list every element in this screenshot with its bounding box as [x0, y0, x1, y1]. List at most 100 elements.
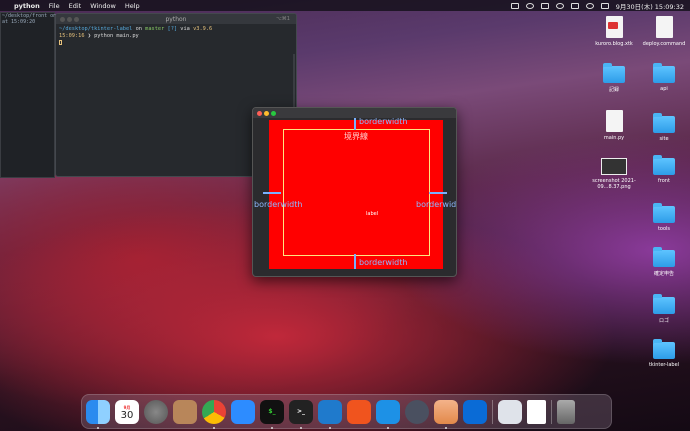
desktop-item-label: 確定申告	[653, 271, 674, 277]
folder-icon	[653, 63, 675, 83]
desktop-item[interactable]: main.py	[590, 110, 638, 141]
menu-window[interactable]: Window	[90, 2, 116, 10]
terminal-output[interactable]: ~/desktop/tkinter-label on master [?] vi…	[56, 24, 296, 50]
prompt-path: ~/desktop/tkinter-label	[59, 26, 133, 32]
quicktime-icon[interactable]	[405, 399, 429, 424]
desktop-item[interactable]: deploy.command	[640, 16, 688, 47]
label-boundary: label	[283, 129, 430, 256]
label-widget: label	[269, 120, 443, 269]
desktop-item-label: 記録	[608, 87, 619, 93]
arrow-right	[429, 192, 447, 194]
desktop-item-label: tools	[657, 226, 671, 232]
desktop-item-label: api	[660, 86, 668, 92]
folder-icon	[653, 339, 675, 359]
tkinter-window[interactable]: label borderwidth 境界線 borderwidth border…	[252, 107, 457, 277]
close-button[interactable]	[257, 110, 262, 116]
desktop-item[interactable]: 確定申告	[640, 247, 688, 277]
annotation-right: borderwidth	[416, 200, 457, 209]
status-icon[interactable]	[555, 2, 564, 9]
desktop-item[interactable]: tkinter-label	[640, 339, 688, 368]
menu-bar: python File Edit Window Help 9月30日(木) 15…	[0, 0, 690, 11]
control-center-icon[interactable]	[600, 2, 609, 9]
zoom-button[interactable]	[271, 110, 276, 116]
arrow-top	[354, 118, 356, 130]
folder-icon	[603, 63, 625, 83]
command-text: ❯ python main.py	[87, 33, 139, 39]
dock-separator	[492, 399, 493, 424]
git-status: [?]	[167, 26, 178, 32]
contacts-icon[interactable]	[173, 399, 197, 424]
image-thumbnail-icon	[601, 158, 627, 175]
annotation-bottom: borderwidth	[359, 258, 408, 267]
desktop-item[interactable]: ロゴ	[640, 294, 688, 324]
desktop-item[interactable]: kuroro.blog.xtk	[590, 16, 638, 47]
infinity-icon[interactable]	[463, 399, 487, 424]
document-icon[interactable]	[527, 399, 546, 424]
minimize-button[interactable]	[264, 110, 269, 116]
calendar-icon[interactable]: 9月 30	[115, 399, 139, 424]
desktop-item-label: front	[658, 178, 670, 184]
terminal-titlebar[interactable]: python ⌥⌘1	[56, 14, 296, 24]
screenshot-icon[interactable]	[498, 399, 522, 424]
desktop-item[interactable]: api	[640, 63, 688, 92]
window-shortcut: ⌥⌘1	[276, 16, 290, 22]
chrome-icon[interactable]	[202, 399, 226, 429]
file-icon	[605, 110, 623, 132]
annotation-top: borderwidth	[359, 117, 408, 126]
arrow-bottom	[354, 254, 356, 269]
background-terminal-window[interactable]: ~/desktop/front on at 15:09:20	[0, 12, 56, 178]
status-icon[interactable]	[540, 2, 549, 9]
vscode-icon[interactable]	[318, 399, 342, 429]
desktop-item-label: kuroro.blog.xtk	[595, 41, 633, 47]
annotation-left: borderwidth	[254, 200, 303, 209]
calendar-day: 30	[120, 409, 134, 421]
desktop-item-label: tkinter-label	[648, 362, 680, 368]
text-cursor	[59, 40, 62, 45]
terminal-icon[interactable]: >_	[289, 399, 313, 429]
prompt-on: on	[135, 26, 142, 32]
desktop-item-label: site	[659, 136, 669, 142]
menu-clock[interactable]: 9月30日(木) 15:09:32	[616, 1, 684, 11]
system-preferences-icon[interactable]	[144, 399, 168, 424]
git-branch: master	[145, 26, 165, 32]
preview-icon[interactable]	[434, 399, 458, 429]
terminal-icon[interactable]: $_	[260, 399, 284, 429]
arrow-left	[263, 192, 281, 194]
desktop-item-label: deploy.command	[642, 41, 686, 47]
folder-icon	[653, 294, 675, 314]
dock-separator	[551, 399, 552, 424]
trash-icon[interactable]	[557, 399, 575, 424]
desktop-item[interactable]: front	[640, 155, 688, 184]
status-icon[interactable]	[510, 2, 519, 9]
folder-icon	[653, 247, 675, 267]
desktop-item[interactable]: screenshot 2021-09...8.37.png	[588, 158, 640, 190]
finder-icon[interactable]	[86, 399, 110, 429]
docker-icon[interactable]	[376, 399, 400, 429]
desktop-item-label: main.py	[603, 135, 625, 141]
battery-icon[interactable]	[570, 2, 579, 9]
status-icon[interactable]	[525, 2, 534, 9]
menu-file[interactable]: File	[49, 2, 60, 10]
menu-edit[interactable]: Edit	[69, 2, 82, 10]
wifi-icon[interactable]	[585, 2, 594, 9]
terminal-line: at 15:09:20	[2, 19, 36, 25]
desktop-item-label: screenshot 2021-09...8.37.png	[592, 178, 636, 190]
tkinter-titlebar[interactable]	[253, 108, 456, 118]
file-icon	[605, 16, 623, 38]
desktop-item[interactable]: tools	[640, 203, 688, 232]
analytics-icon[interactable]	[347, 399, 371, 424]
dock: 9月 30 $_ >_	[81, 394, 612, 429]
prompt-via: via	[180, 26, 190, 32]
desktop-item-label: ロゴ	[658, 318, 669, 324]
desktop-item[interactable]: site	[640, 113, 688, 142]
menu-help[interactable]: Help	[125, 2, 140, 10]
folder-icon	[653, 113, 675, 133]
annotation-boundary: 境界線	[344, 132, 368, 141]
prompt-time: 15:09:16	[59, 33, 85, 39]
folder-icon	[653, 155, 675, 175]
menu-app-name[interactable]: python	[14, 2, 40, 10]
file-icon	[655, 16, 673, 38]
zoom-icon[interactable]	[231, 399, 255, 424]
python-version: v3.9.6	[193, 26, 213, 32]
desktop-item[interactable]: 記録	[590, 63, 638, 93]
